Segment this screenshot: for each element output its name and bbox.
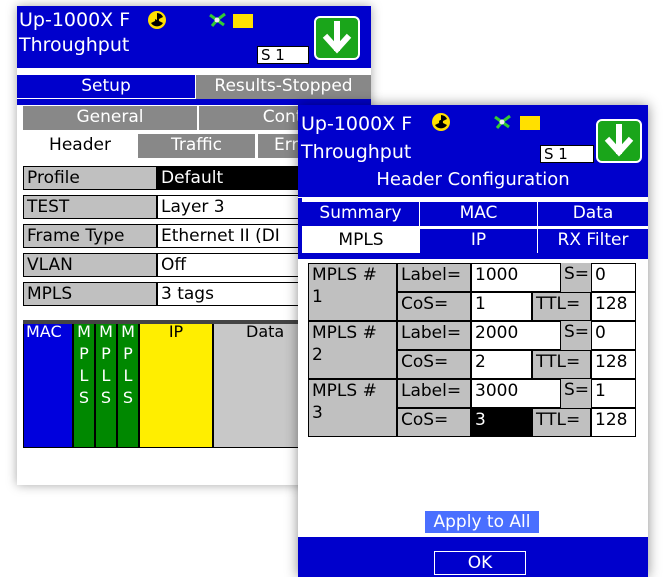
tab-traffic[interactable]: Traffic xyxy=(137,134,255,158)
frame-mpls-segment-2[interactable]: M P L S xyxy=(95,320,117,448)
mpls-2-name-line1: MPLS # xyxy=(312,323,377,343)
apply-to-all-button[interactable]: Apply to All xyxy=(425,511,539,533)
frame-ip-segment[interactable]: IP xyxy=(139,320,213,448)
mpls-1-label-lbl: Label= xyxy=(397,263,471,292)
mpls-letter: P xyxy=(123,344,133,363)
mpls-3-cos-value[interactable]: 3 xyxy=(471,408,532,437)
mpls-1-s-value[interactable]: 0 xyxy=(591,263,636,292)
test-label: TEST xyxy=(23,195,157,219)
mpls-3-ttl-value[interactable]: 128 xyxy=(591,408,636,437)
header-config-title: Header Configuration xyxy=(376,169,570,190)
folder-icon xyxy=(233,14,253,28)
download-button[interactable] xyxy=(596,119,642,163)
tab-frame-bottom xyxy=(298,253,648,259)
radiation-icon xyxy=(432,113,450,131)
tab-mac[interactable]: MAC xyxy=(420,202,538,226)
mpls-3-label-lbl: Label= xyxy=(397,379,471,408)
network-icon xyxy=(209,12,226,27)
device-title: Up-1000X F xyxy=(19,9,131,31)
mpls-letter: S xyxy=(78,388,90,407)
mpls-letter: M xyxy=(121,322,135,341)
mpls-3-label-value[interactable]: 3000 xyxy=(471,379,561,408)
mpls-letter: P xyxy=(79,344,89,363)
network-icon xyxy=(494,114,511,129)
mpls-3-ttl-lbl: TTL= xyxy=(532,408,591,437)
ok-button[interactable]: OK xyxy=(434,551,526,575)
mpls-3-name-line2: 3 xyxy=(312,403,323,423)
mpls-1-name: MPLS # 1 xyxy=(308,263,397,321)
mpls-letter: L xyxy=(79,366,89,385)
tab-ip[interactable]: IP xyxy=(420,229,538,253)
mpls-1-name-line2: 1 xyxy=(312,287,323,307)
mpls-letter: S xyxy=(100,388,112,407)
mpls-2-label-value[interactable]: 2000 xyxy=(471,321,561,350)
mpls-2-s-value[interactable]: 0 xyxy=(591,321,636,350)
mpls-3-name-line1: MPLS # xyxy=(312,381,377,401)
mpls-1-label-value[interactable]: 1000 xyxy=(471,263,561,292)
frame-mac-text: MAC xyxy=(26,322,62,341)
session-box: S 1 xyxy=(257,46,309,64)
device-title: Up-1000X F xyxy=(301,113,413,135)
tab-rx-filter[interactable]: RX Filter xyxy=(538,229,648,253)
tab-header[interactable]: Header xyxy=(23,134,137,158)
mpls-letter: P xyxy=(101,344,111,363)
header-configuration-screen: Up-1000X F Throughput S 1 Header Configu… xyxy=(298,105,648,577)
mpls-letter: L xyxy=(123,366,133,385)
mpls-letter: S xyxy=(122,388,134,407)
mpls-1-cos-lbl: CoS= xyxy=(397,292,471,321)
frame-mac-segment[interactable]: MAC xyxy=(23,320,73,448)
tab-frame-left xyxy=(298,198,302,258)
mpls-1-ttl-lbl: TTL= xyxy=(532,292,591,321)
mpls-1-ttl-value[interactable]: 128 xyxy=(591,292,636,321)
mpls-3-s-value[interactable]: 1 xyxy=(591,379,636,408)
mpls-2-s-lbl: S= xyxy=(561,321,591,350)
test-title: Throughput xyxy=(301,141,412,163)
mpls-1-name-line1: MPLS # xyxy=(312,265,377,285)
tab-setup[interactable]: Setup xyxy=(17,75,195,99)
mpls-2-ttl-lbl: TTL= xyxy=(532,350,591,379)
mpls-2-label-lbl: Label= xyxy=(397,321,471,350)
title-bar: Up-1000X F Throughput S 1 xyxy=(17,6,371,68)
download-arrow-icon xyxy=(322,21,352,54)
test-title: Throughput xyxy=(19,34,130,56)
tab-general[interactable]: General xyxy=(23,106,197,130)
mpls-1-cos-value[interactable]: 1 xyxy=(471,292,532,321)
mpls-letter: L xyxy=(101,366,111,385)
profile-label: Profile xyxy=(23,166,157,190)
frame-type-label: Frame Type xyxy=(23,224,157,248)
download-button[interactable] xyxy=(314,16,360,60)
folder-icon xyxy=(520,116,540,130)
session-box: S 1 xyxy=(540,145,594,163)
frame-ip-text: IP xyxy=(168,322,184,341)
radiation-icon xyxy=(148,11,166,29)
vlan-label: VLAN xyxy=(23,253,157,277)
mpls-2-name: MPLS # 2 xyxy=(308,321,397,379)
mpls-2-name-line2: 2 xyxy=(312,345,323,365)
frame-data-text: Data xyxy=(246,322,285,341)
mpls-2-cos-value[interactable]: 2 xyxy=(471,350,532,379)
frame-mpls-segment-1[interactable]: M P L S xyxy=(73,320,95,448)
mpls-3-cos-lbl: CoS= xyxy=(397,408,471,437)
tab-summary[interactable]: Summary xyxy=(302,202,420,226)
mpls-3-s-lbl: S= xyxy=(561,379,591,408)
mpls-2-ttl-value[interactable]: 128 xyxy=(591,350,636,379)
mpls-label: MPLS xyxy=(23,282,157,306)
mpls-letter: M xyxy=(77,322,91,341)
frame-mpls-segment-3[interactable]: M P L S xyxy=(117,320,139,448)
mpls-letter: M xyxy=(99,322,113,341)
tab-results-stopped[interactable]: Results-Stopped xyxy=(195,75,371,99)
mpls-3-name: MPLS # 3 xyxy=(308,379,397,437)
tab-mpls[interactable]: MPLS xyxy=(302,229,420,253)
mpls-1-s-lbl: S= xyxy=(561,263,591,292)
mpls-2-cos-lbl: CoS= xyxy=(397,350,471,379)
download-arrow-icon xyxy=(604,124,634,157)
tab-data[interactable]: Data xyxy=(538,202,648,226)
title-bar: Up-1000X F Throughput S 1 Header Configu… xyxy=(298,105,648,197)
